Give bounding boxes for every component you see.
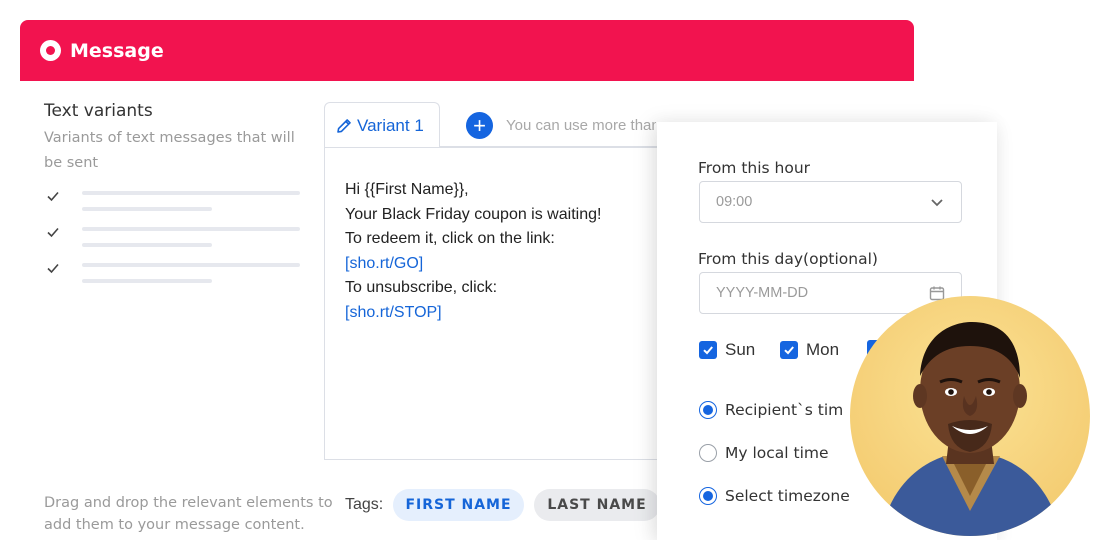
editor-line: To unsubscribe, click: [345,279,498,296]
day-checkbox-mon[interactable]: Mon [780,340,839,360]
check-icon [47,191,59,202]
text-variants-title: Text variants [44,101,153,121]
editor-link-go[interactable]: [sho.rt/GO] [345,252,658,277]
placeholder-list-item [46,261,306,283]
hour-label: From this hour [698,159,811,177]
user-avatar [850,296,1090,536]
editor-line: To redeem it, click on the link: [345,230,555,247]
radio-selected-icon [699,487,717,505]
drag-drop-hint: Drag and drop the relevant elements to a… [44,495,333,533]
message-header: Message [20,20,914,81]
radio-select-timezone[interactable]: Select timezone [699,487,850,505]
placeholder-list-item [46,189,306,211]
tag-last-name[interactable]: LAST NAME [534,489,660,521]
editor-line: Hi {{First Name}}, [345,181,469,198]
radio-local-time[interactable]: My local time [699,444,829,462]
add-variant-hint: You can use more than one text for A/B t… [506,117,656,134]
hour-select[interactable]: 09:00 [699,181,962,223]
radio-label: Recipient`s tim [725,401,844,419]
hour-value: 09:00 [716,194,753,210]
pencil-icon [337,118,351,133]
person-photo-icon [880,322,1062,536]
day-label: From this day(optional) [698,250,878,268]
tags-label: Tags: [345,496,384,513]
tab-label: Variant 1 [357,115,424,135]
add-variant-button[interactable]: + [466,112,493,139]
tag-first-name[interactable]: FIRST NAME [393,489,524,521]
editor-line: Your Black Friday coupon is waiting! [345,205,602,223]
editor-link-stop[interactable]: [sho.rt/STOP] [345,301,658,326]
message-editor[interactable]: Hi {{First Name}}, Your Black Friday cou… [324,147,658,460]
day-label-mon: Mon [806,340,840,359]
record-icon [40,40,61,61]
radio-label: Select timezone [725,487,850,505]
day-checkbox-sun[interactable]: Sun [699,340,755,360]
plus-icon: + [473,112,486,138]
checkbox-checked-icon [780,341,798,359]
radio-unselected-icon [699,444,717,462]
radio-selected-icon [699,401,717,419]
radio-recipient-timezone[interactable]: Recipient`s tim [699,401,843,419]
chevron-down-icon [931,199,943,207]
check-icon [47,263,59,274]
day-label-sun: Sun [725,340,756,359]
checkbox-checked-icon [699,341,717,359]
text-variants-subtitle: Variants of text messages that will be s… [44,130,295,171]
radio-label: My local time [725,444,829,462]
day-placeholder: YYYY-MM-DD [716,285,809,301]
section-title: Message [70,39,164,62]
placeholder-list-item [46,225,306,247]
tab-variant-1[interactable]: Variant 1 [324,102,440,148]
check-icon [47,227,59,238]
